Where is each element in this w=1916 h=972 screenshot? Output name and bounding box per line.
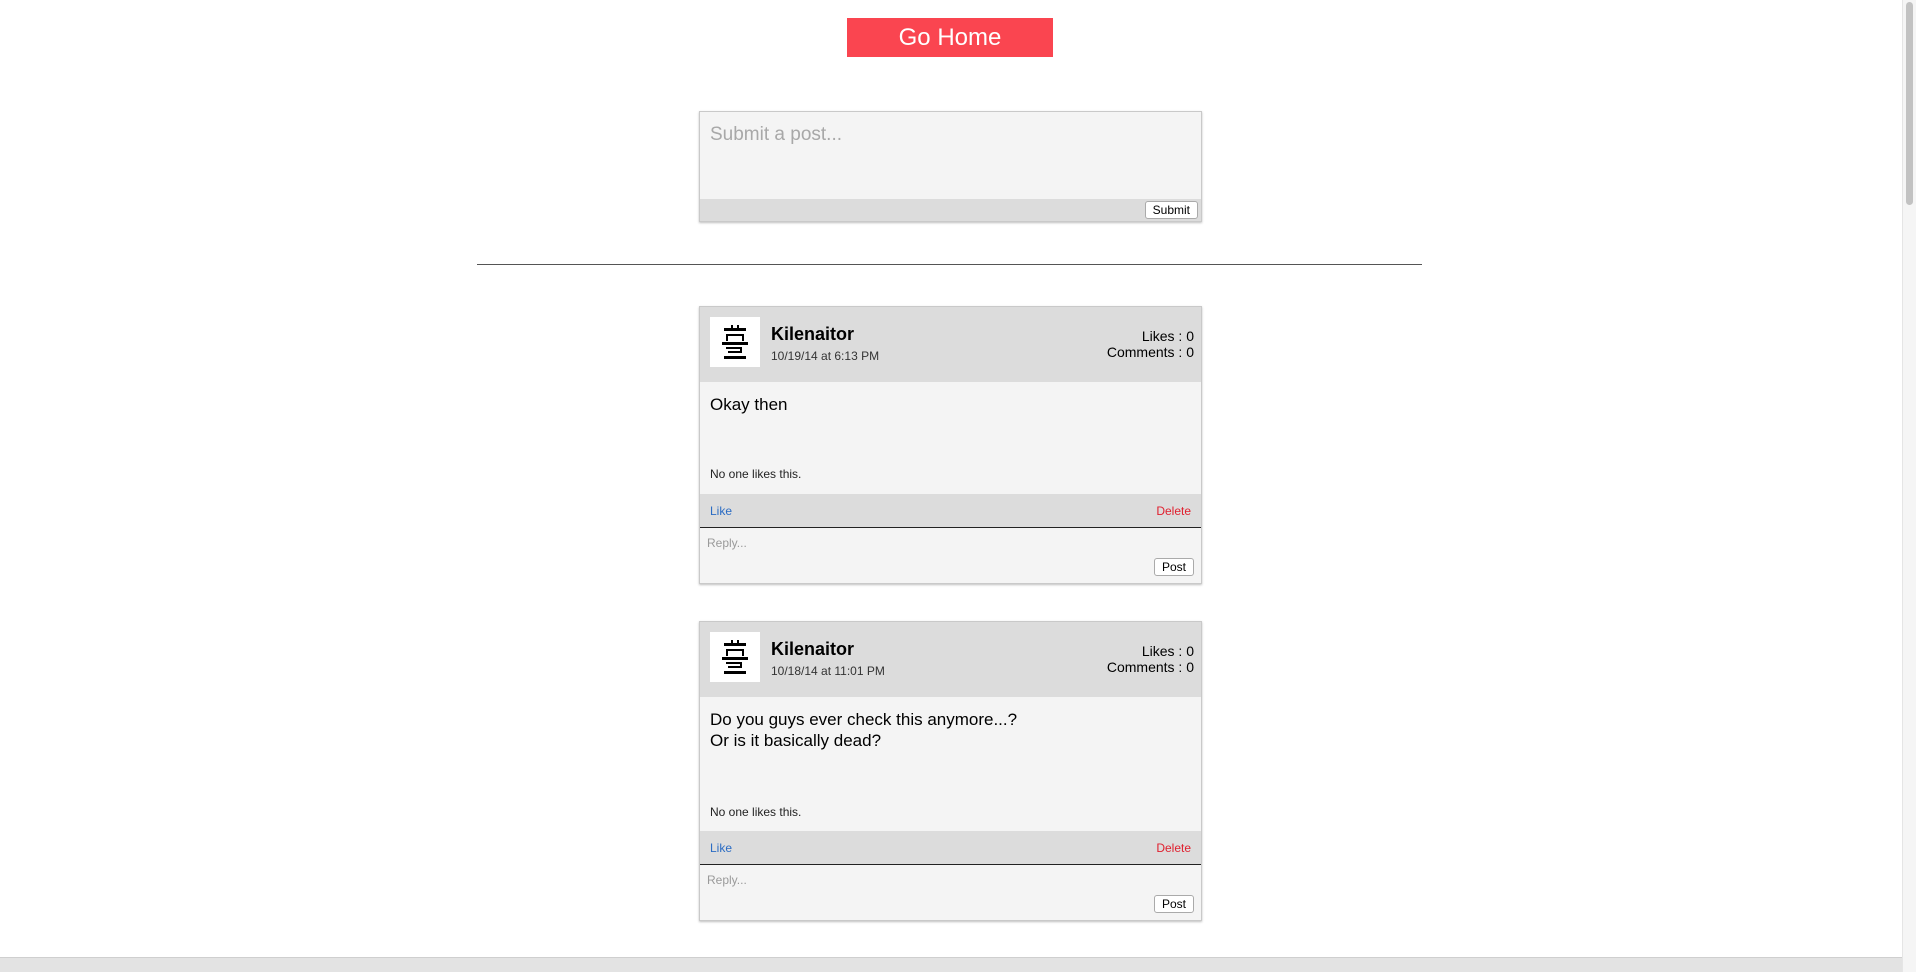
post-timestamp: 10/18/14 at 11:01 PM [771, 664, 885, 678]
like-link[interactable]: Like [710, 841, 732, 855]
likes-note: No one likes this. [710, 467, 802, 481]
submit-button[interactable]: Submit [1144, 201, 1198, 219]
post-body: Okay then No one likes this. [700, 382, 1201, 494]
reply-input[interactable] [700, 528, 1201, 558]
post-reply-button[interactable]: Post [1153, 895, 1194, 913]
post-content: Do you guys ever check this anymore...? … [710, 709, 1017, 751]
likes-label: Likes : [1141, 328, 1183, 344]
post-stats: Likes : 0 Comments : 0 [1107, 328, 1194, 360]
post-author[interactable]: Kilenaitor [771, 639, 854, 660]
post-input[interactable] [700, 112, 1201, 200]
post-content: Okay then [710, 394, 788, 415]
like-link[interactable]: Like [710, 504, 732, 518]
post-card: Kilenaitor 10/18/14 at 11:01 PM Likes : … [699, 621, 1202, 921]
likes-count: 0 [1186, 643, 1194, 659]
post-stats: Likes : 0 Comments : 0 [1107, 643, 1194, 675]
delete-link[interactable]: Delete [1156, 504, 1191, 518]
castle-tower-icon [722, 640, 748, 674]
reply-area: Post [700, 528, 1201, 583]
reply-area: Post [700, 865, 1201, 920]
post-actions: Like Delete [700, 831, 1201, 865]
composer-toolbar: Submit [700, 199, 1201, 221]
comments-label: Comments : [1106, 344, 1183, 360]
likes-label: Likes : [1141, 643, 1183, 659]
post-line: Okay then [710, 395, 788, 414]
post-header: Kilenaitor 10/19/14 at 6:13 PM Likes : 0… [700, 307, 1201, 382]
scrollbar-thumb[interactable] [1906, 2, 1913, 205]
post-body: Do you guys ever check this anymore...? … [700, 697, 1201, 831]
post-author[interactable]: Kilenaitor [771, 324, 854, 345]
post-line: Or is it basically dead? [710, 731, 882, 750]
delete-link[interactable]: Delete [1156, 841, 1191, 855]
likes-note: No one likes this. [710, 805, 802, 819]
comments-count: 0 [1186, 659, 1194, 675]
avatar[interactable] [710, 632, 760, 682]
post-reply-button[interactable]: Post [1153, 558, 1194, 576]
avatar[interactable] [710, 317, 760, 367]
vertical-scrollbar[interactable] [1902, 0, 1916, 972]
post-timestamp: 10/19/14 at 6:13 PM [771, 349, 880, 363]
likes-count: 0 [1186, 328, 1194, 344]
go-home-button[interactable]: Go Home [847, 18, 1053, 57]
post-actions: Like Delete [700, 494, 1201, 528]
reply-input[interactable] [700, 865, 1201, 895]
post-line: Do you guys ever check this anymore...? [710, 710, 1018, 729]
post-card: Kilenaitor 10/19/14 at 6:13 PM Likes : 0… [699, 306, 1202, 584]
post-header: Kilenaitor 10/18/14 at 11:01 PM Likes : … [700, 622, 1201, 697]
post-composer: Submit [699, 111, 1202, 222]
comments-label: Comments : [1106, 659, 1183, 675]
horizontal-scrollbar[interactable] [0, 957, 1902, 972]
castle-tower-icon [722, 325, 748, 359]
divider [477, 264, 1422, 265]
comments-count: 0 [1186, 344, 1194, 360]
